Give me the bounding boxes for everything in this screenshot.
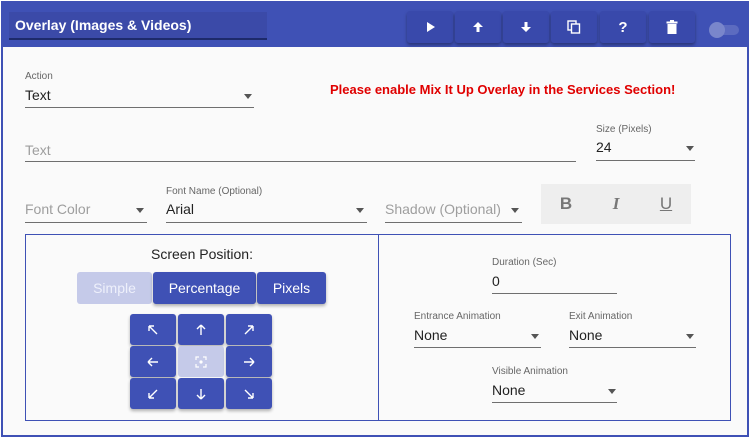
center-focus-icon <box>195 355 207 368</box>
arrow-down-icon <box>521 22 531 32</box>
font-color-chevron-down-icon[interactable] <box>136 208 144 213</box>
size-label: Size (Pixels) <box>596 124 652 135</box>
exit-animation-underline <box>569 347 696 348</box>
entrance-animation-underline <box>414 347 541 348</box>
visible-animation-select[interactable]: None <box>492 382 525 398</box>
entrance-animation-chevron-down-icon[interactable] <box>531 334 539 339</box>
exit-animation-label: Exit Animation <box>569 311 633 322</box>
mode-percentage-button[interactable]: Percentage <box>153 272 256 304</box>
question-icon: ? <box>618 18 628 36</box>
action-chevron-down-icon[interactable] <box>244 94 252 99</box>
trash-icon <box>666 20 678 34</box>
copy-icon <box>567 20 581 34</box>
arrow-up-right-icon <box>244 324 254 334</box>
text-underline <box>25 161 576 162</box>
font-name-chevron-down-icon[interactable] <box>356 208 364 213</box>
play-button[interactable] <box>407 11 453 43</box>
underline-button[interactable]: U <box>641 184 691 224</box>
arrow-up-icon <box>196 324 206 335</box>
size-chevron-down-icon[interactable] <box>686 146 694 151</box>
action-label: Action <box>25 71 53 82</box>
shadow-select[interactable]: Shadow (Optional) <box>385 201 501 217</box>
size-select[interactable]: 24 <box>596 139 612 155</box>
duplicate-button[interactable] <box>551 11 597 43</box>
bold-button[interactable]: B <box>541 184 591 224</box>
position-bottom-right-button[interactable] <box>226 378 272 409</box>
help-button[interactable]: ? <box>600 11 646 43</box>
duration-underline <box>492 293 617 294</box>
position-top-left-button[interactable] <box>130 314 176 345</box>
overlay-action-card: Overlay (Images & Videos) ? Action Text … <box>1 1 749 437</box>
exit-animation-select[interactable]: None <box>569 327 602 343</box>
delete-button[interactable] <box>649 11 695 43</box>
arrow-down-left-icon <box>148 389 158 399</box>
text-format-group: B I U <box>541 184 691 224</box>
italic-button[interactable]: I <box>591 184 641 224</box>
size-underline <box>596 160 695 161</box>
action-select[interactable]: Text <box>25 87 51 103</box>
font-color-underline <box>25 222 147 223</box>
play-icon <box>427 22 435 32</box>
visible-animation-underline <box>492 402 617 403</box>
position-left-button[interactable] <box>130 346 176 377</box>
entrance-animation-select[interactable]: None <box>414 327 447 343</box>
enable-toggle[interactable] <box>709 22 741 38</box>
arrow-right-icon <box>244 357 255 366</box>
duration-input[interactable]: 0 <box>492 273 500 289</box>
visible-animation-label: Visible Animation <box>492 366 568 377</box>
action-title: Overlay (Images & Videos) <box>9 12 267 40</box>
mode-simple-button[interactable]: Simple <box>77 272 152 304</box>
font-color-select[interactable]: Font Color <box>25 201 90 217</box>
arrow-left-icon <box>147 357 158 366</box>
position-bottom-left-button[interactable] <box>130 378 176 409</box>
visible-animation-chevron-down-icon[interactable] <box>608 389 616 394</box>
move-down-button[interactable] <box>503 11 549 43</box>
position-bottom-button[interactable] <box>178 378 224 409</box>
screen-position-panel: Screen Position: Simple Percentage Pixel… <box>25 234 379 421</box>
font-name-label: Font Name (Optional) <box>166 186 263 197</box>
screen-position-title: Screen Position: <box>151 246 253 262</box>
position-top-button[interactable] <box>178 314 224 345</box>
position-center-button[interactable] <box>178 346 224 377</box>
arrow-up-left-icon <box>148 324 158 334</box>
shadow-chevron-down-icon[interactable] <box>511 208 519 213</box>
animation-panel: Duration (Sec) 0 Entrance Animation None… <box>378 234 731 421</box>
font-name-underline <box>166 222 367 223</box>
exit-animation-chevron-down-icon[interactable] <box>686 334 694 339</box>
font-name-select[interactable]: Arial <box>166 201 194 217</box>
arrow-down-icon <box>196 388 206 399</box>
overlay-warning: Please enable Mix It Up Overlay in the S… <box>330 82 676 97</box>
move-up-button[interactable] <box>455 11 501 43</box>
toggle-knob <box>709 22 725 38</box>
text-input[interactable]: Text <box>25 142 51 158</box>
shadow-underline <box>385 222 522 223</box>
duration-label: Duration (Sec) <box>492 257 557 268</box>
mode-pixels-button[interactable]: Pixels <box>257 272 326 304</box>
action-underline <box>25 107 254 108</box>
arrow-up-icon <box>473 22 483 32</box>
arrow-down-right-icon <box>244 389 254 399</box>
action-header: Overlay (Images & Videos) ? <box>3 3 747 47</box>
entrance-animation-label: Entrance Animation <box>414 311 501 322</box>
position-right-button[interactable] <box>226 346 272 377</box>
position-top-right-button[interactable] <box>226 314 272 345</box>
